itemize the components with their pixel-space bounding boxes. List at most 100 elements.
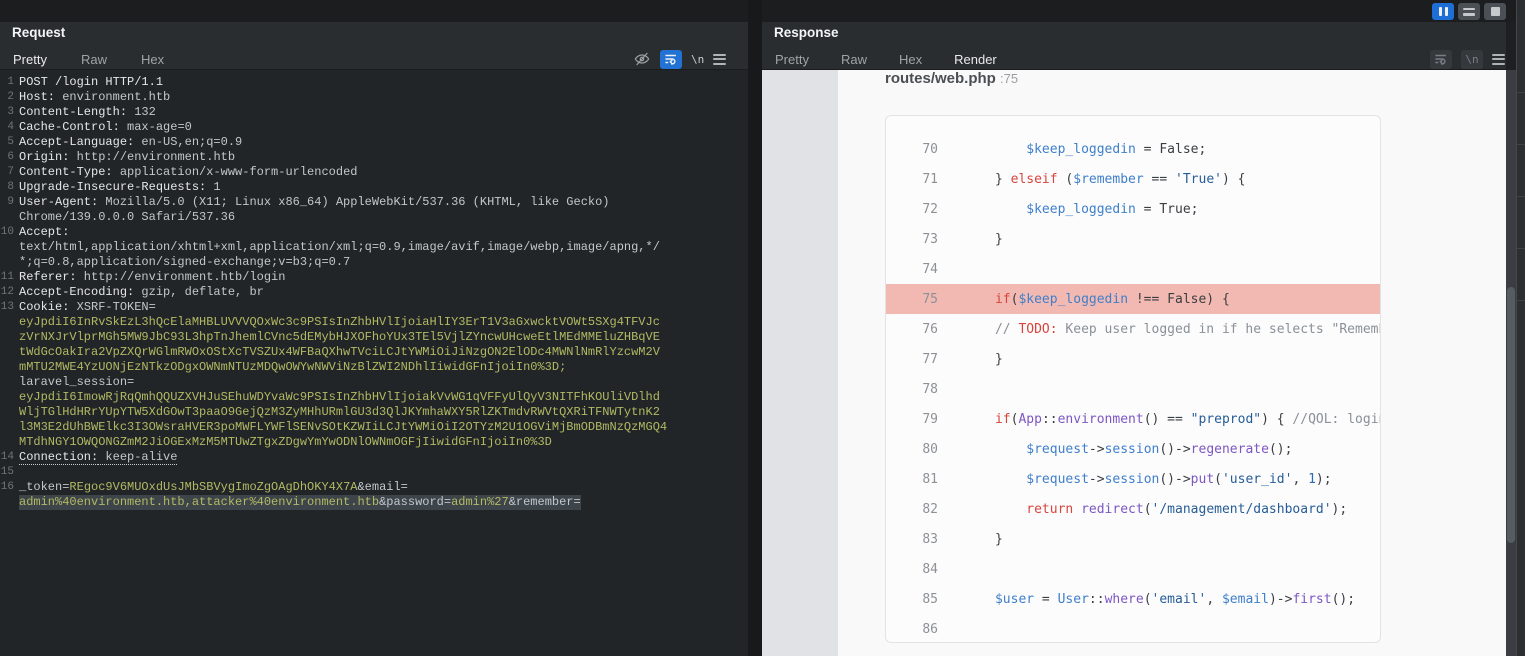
request-text[interactable]: *;q=0.8,application/signed-exchange;v=b3… [19,255,350,270]
request-line[interactable]: mMTU2MWE4YzUONjEzNTkzODgxOWNmNTUzMDQwOWY… [0,360,748,375]
request-text[interactable]: Chrome/139.0.0.0 Safari/537.36 [19,210,235,225]
request-text[interactable]: Referer: http://environment.htb/login [19,270,285,285]
code-line-number: 76 [902,322,938,337]
request-line[interactable]: tWdGcOakIra2VpZXQrWGlmRWOxOStXcTVSZUx4WF… [0,345,748,360]
request-text[interactable]: eyJpdiI6ImowRjRqQmhQQUZXVHJuSEhuWDYvaWc9… [19,390,660,405]
request-line[interactable]: 9User-Agent: Mozilla/5.0 (X11; Linux x86… [0,195,748,210]
request-line[interactable]: 16 _token=REgoc9V6MUOxdUsJMbSBVygImoZgOAg… [0,480,748,495]
request-line[interactable]: 6Origin: http://environment.htb [0,150,748,165]
request-line[interactable]: laravel_session= [0,375,748,390]
request-text[interactable]: eyJpdiI6InRvSkEzL3hQcElaMHBLUVVVQOxWc3c9… [19,315,660,330]
code-line-number: 85 [902,592,938,607]
layout-lines-button[interactable] [1458,3,1480,20]
request-line[interactable]: eyJpdiI6InRvSkEzL3hQcElaMHBLUVVVQOxWc3c9… [0,315,748,330]
code-line: 71 } elseif ($remember == 'True') { [886,164,1380,194]
code-text: $keep_loggedin = False; [948,142,1206,157]
request-text[interactable]: Accept-Language: en-US,en;q=0.9 [19,135,242,150]
request-line[interactable]: l3M3E2dUhBWElkc3I3OWsraHVER3poMWFLYWFlSE… [0,420,748,435]
request-text[interactable]: Cache-Control: max-age=0 [19,120,192,135]
request-text[interactable]: Accept: [19,225,69,240]
request-text[interactable]: Origin: http://environment.htb [19,150,235,165]
request-line[interactable]: 11Referer: http://environment.htb/login [0,270,748,285]
request-text[interactable]: l3M3E2dUhBWElkc3I3OWsraHVER3poMWFLYWFlSE… [19,420,667,435]
request-editor[interactable]: 1POST /login HTTP/1.12 Host: environment.… [0,70,748,656]
code-line-number: 78 [902,382,938,397]
request-text[interactable]: Content-Length: 132 [19,105,156,120]
request-line[interactable]: 8 Upgrade-Insecure-Requests: 1 [0,180,748,195]
line-number: 16 [0,480,14,495]
request-text[interactable]: Cookie: XSRF-TOKEN= [19,300,156,315]
code-line: 83 } [886,524,1380,554]
request-line[interactable]: WljTGlHdHRrYUpYTW5XdGOwT3paaO9GejQzM3ZyM… [0,405,748,420]
panel-divider[interactable] [748,0,762,656]
request-line[interactable]: eyJpdiI6ImowRjRqQmhQQUZXVHJuSEhuWDYvaWc9… [0,390,748,405]
word-wrap-icon[interactable] [660,50,682,69]
request-text-selected[interactable]: admin%40environment.htb,attacker%40envir… [19,495,581,510]
word-wrap-icon[interactable] [1430,50,1452,69]
request-text[interactable]: text/html,application/xhtml+xml,applicat… [19,240,660,255]
line-number [0,210,14,225]
request-text[interactable]: mMTU2MWE4YzUONjEzNTkzODgxOWNmNTUzMDQwOWY… [19,360,566,375]
code-line-number: 74 [902,262,938,277]
code-text: return redirect('/management/dashboard')… [948,502,1347,517]
request-line[interactable]: 3 Content-Length: 132 [0,105,748,120]
request-line[interactable]: 12Accept-Encoding: gzip, deflate, br [0,285,748,300]
request-line[interactable]: 7Content-Type: application/x-www-form-ur… [0,165,748,180]
newline-chars-icon[interactable]: \n [1461,50,1483,69]
request-text[interactable]: Accept-Encoding: gzip, deflate, br [19,285,264,300]
stop-button[interactable] [1484,3,1506,20]
line-number: 4 [0,120,14,135]
menu-icon[interactable] [713,54,726,65]
request-line[interactable]: text/html,application/xhtml+xml,applicat… [0,240,748,255]
line-number [0,390,14,405]
request-line[interactable]: 15 [0,465,748,480]
request-text[interactable]: Upgrade-Insecure-Requests: 1 [19,180,221,195]
request-text[interactable]: Host: environment.htb [19,90,170,105]
menu-icon[interactable] [1492,54,1505,65]
request-text[interactable]: Content-Type: application/x-www-form-url… [19,165,357,180]
line-number: 2 [0,90,14,105]
request-line[interactable]: Chrome/139.0.0.0 Safari/537.36 [0,210,748,225]
request-line[interactable]: 13Cookie: XSRF-TOKEN= [0,300,748,315]
request-line[interactable]: 5Accept-Language: en-US,en;q=0.9 [0,135,748,150]
code-line-number: 72 [902,202,938,217]
request-line[interactable]: 2 Host: environment.htb [0,90,748,105]
line-number: 3 [0,105,14,120]
request-line[interactable]: 4 Cache-Control: max-age=0 [0,120,748,135]
request-text[interactable]: User-Agent: Mozilla/5.0 (X11; Linux x86_… [19,195,610,210]
request-text[interactable]: Connection: keep-alive [19,450,177,465]
request-text[interactable]: WljTGlHdHRrYUpYTW5XdGOwT3paaO9GejQzM3ZyM… [19,405,660,420]
hide-nonprintable-eye-icon[interactable] [633,51,651,67]
code-snippet-card: 70 $keep_loggedin = False;71 } elseif ($… [885,115,1381,643]
request-line[interactable]: admin%40environment.htb,attacker%40envir… [0,495,748,510]
code-line-number: 71 [902,172,938,187]
code-text: if($keep_loggedin !== False) { [948,292,1230,307]
render-scrollbar-thumb[interactable] [1507,287,1515,543]
response-render-view: routes/web.php :75 70 $keep_loggedin = F… [762,70,1506,656]
request-line[interactable]: 14Connection: keep-alive [0,450,748,465]
stop-icon [1491,7,1500,16]
request-line[interactable]: 10Accept: [0,225,748,240]
code-line-number: 80 [902,442,938,457]
line-number: 8 [0,180,14,195]
request-text[interactable]: laravel_session= [19,375,134,390]
line-number [0,435,14,450]
request-panel-title: Request [12,25,65,40]
request-text[interactable]: MTdhNGY1OWQONGZmM2JiOGExMzM5MTUwZTgxZDgw… [19,435,552,450]
code-line: 70 $keep_loggedin = False; [886,134,1380,164]
newline-chars-icon[interactable]: \n [691,53,704,66]
request-text[interactable]: _token=REgoc9V6MUOxdUsJMbSBVygImoZgOAgDh… [19,480,408,495]
line-number [0,315,14,330]
request-text[interactable]: POST /login HTTP/1.1 [19,75,163,90]
request-line[interactable]: MTdhNGY1OWQONGZmM2JiOGExMzM5MTUwZTgxZDgw… [0,435,748,450]
file-line-ref: :75 [1000,71,1018,86]
request-line[interactable]: *;q=0.8,application/signed-exchange;v=b3… [0,255,748,270]
code-line: 84 [886,554,1380,584]
pause-button[interactable] [1432,3,1454,20]
request-text[interactable]: zVrNXJrVlprMGh5MW9JbC93L3hpTnJhemlCVnc5d… [19,330,660,345]
code-text: $request->session()->put('user_id', 1); [948,472,1332,487]
request-text[interactable]: tWdGcOakIra2VpZXQrWGlmRWOxOStXcTVSZUx4WF… [19,345,660,360]
response-panel: Response PrettyRawHexRender \n routes/we… [762,22,1506,656]
request-line[interactable]: zVrNXJrVlprMGh5MW9JbC93L3hpTnJhemlCVnc5d… [0,330,748,345]
request-line[interactable]: 1POST /login HTTP/1.1 [0,75,748,90]
